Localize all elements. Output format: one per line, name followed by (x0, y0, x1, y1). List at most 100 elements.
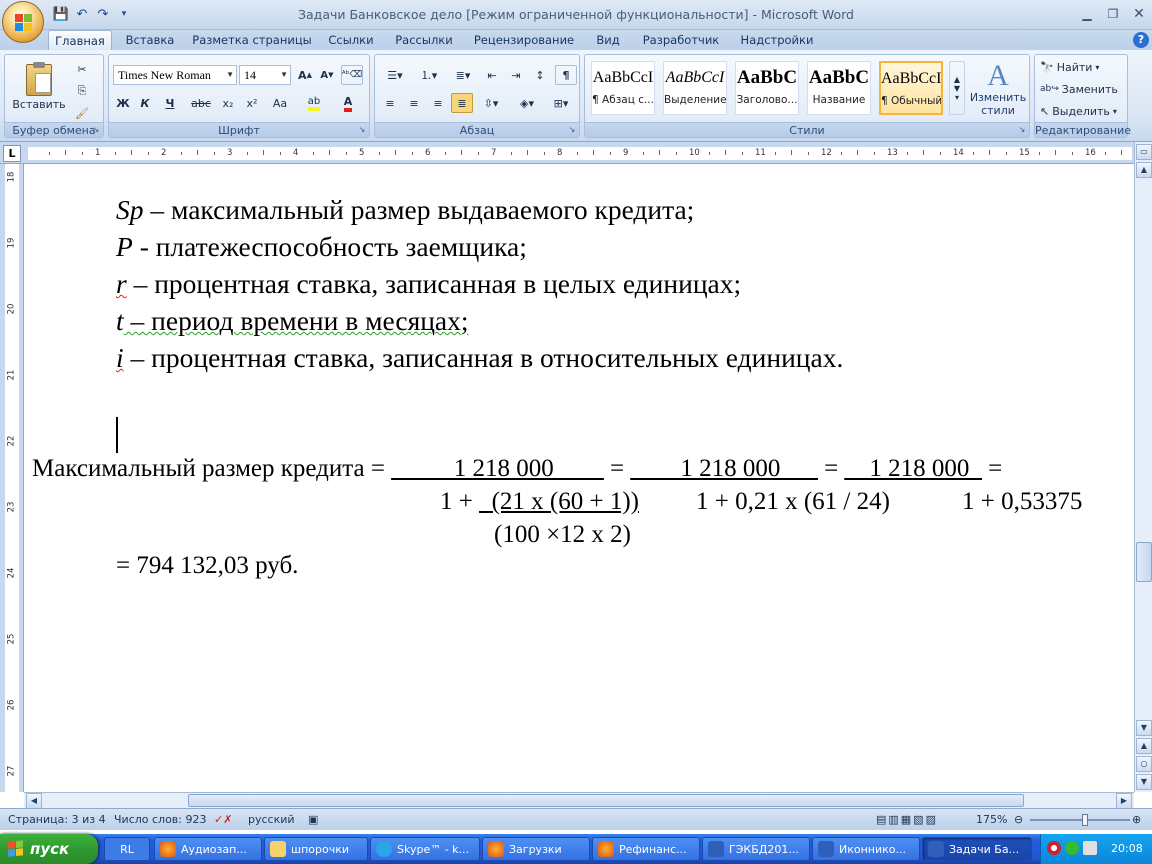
proofing-icon[interactable]: ✓✗ (214, 813, 232, 826)
multilevel-list-icon[interactable]: ≣▾ (447, 65, 479, 85)
change-case-button[interactable]: Aa (265, 93, 295, 113)
taskbar-item-active[interactable]: Задачи Ба... (922, 837, 1032, 861)
decrease-indent-icon[interactable]: ⇤ (481, 65, 503, 85)
zoom-slider[interactable] (1030, 819, 1130, 821)
zoom-slider-thumb[interactable] (1082, 814, 1088, 826)
tab-review[interactable]: Рецензирование (468, 30, 580, 50)
show-marks-icon[interactable]: ¶ (555, 65, 577, 85)
line-spacing-icon[interactable]: ⇳▾ (475, 93, 507, 113)
language-bar[interactable]: RL (104, 837, 150, 861)
view-buttons[interactable]: ▤▥▦▧▨ (876, 813, 938, 826)
tab-home[interactable]: Главная (48, 30, 112, 50)
taskbar-item[interactable]: шпорочки (264, 837, 368, 861)
tab-page-layout[interactable]: Разметка страницы (190, 30, 314, 50)
tab-insert[interactable]: Вставка (118, 30, 182, 50)
cut-icon[interactable]: ✂ (71, 59, 93, 79)
close-button[interactable]: ✕ (1128, 5, 1150, 23)
scroll-thumb[interactable] (1136, 542, 1152, 582)
align-right-icon[interactable]: ≡ (427, 93, 449, 113)
tray-check-icon[interactable] (1065, 841, 1079, 855)
tab-view[interactable]: Вид (588, 30, 628, 50)
start-button[interactable]: пуск (0, 834, 98, 864)
align-left-icon[interactable]: ≡ (379, 93, 401, 113)
increase-indent-icon[interactable]: ⇥ (505, 65, 527, 85)
document-page[interactable]: Sp – максимальный размер выдаваемого кре… (24, 164, 1134, 792)
zoom-out-icon[interactable]: ⊖ (1014, 813, 1023, 826)
replace-button[interactable]: ab↪ Заменить (1039, 79, 1125, 99)
browse-object-icon[interactable]: ○ (1136, 756, 1152, 772)
highlight-icon[interactable]: ab (299, 93, 329, 113)
next-page-icon[interactable]: ▼ (1136, 774, 1152, 790)
style-title[interactable]: AaBbC Название (807, 61, 871, 115)
taskbar-item[interactable]: Загрузки (482, 837, 590, 861)
scroll-down-icon[interactable]: ▼ (1136, 720, 1152, 736)
opera-icon[interactable] (1047, 841, 1061, 855)
taskbar-item[interactable]: Иконнико... (812, 837, 920, 861)
vertical-ruler[interactable]: 18 19 20 21 22 23 24 25 26 27 (0, 164, 24, 792)
style-heading[interactable]: AaBbC Заголово... (735, 61, 799, 115)
help-icon[interactable]: ? (1133, 32, 1149, 48)
copy-icon[interactable]: ⎘ (71, 81, 93, 101)
macro-record-icon[interactable]: ▣ (308, 813, 318, 826)
styles-gallery-scroll[interactable]: ▲ ▼ ▾ (949, 61, 965, 115)
split-icon[interactable]: ▭ (1136, 144, 1152, 160)
paste-button[interactable]: Вставить (11, 59, 67, 115)
tab-references[interactable]: Ссылки (322, 30, 380, 50)
taskbar-item[interactable]: ГЭКБД201... (702, 837, 810, 861)
bullets-icon[interactable]: ☰▾ (379, 65, 411, 85)
tab-selector-button[interactable]: L (3, 145, 21, 162)
borders-icon[interactable]: ⊞▾ (545, 93, 577, 113)
restore-button[interactable]: ❐ (1102, 5, 1124, 23)
page-counter[interactable]: Страница: 3 из 4 (8, 813, 106, 826)
taskbar-item[interactable]: Skype™ - k... (370, 837, 480, 861)
vertical-scrollbar[interactable]: ▭ ▲ ▼ ▲ ○ ▼ (1134, 142, 1152, 792)
taskbar-item[interactable]: Аудиозап... (154, 837, 262, 861)
change-styles-button[interactable]: A Изменить стили (969, 59, 1027, 119)
font-name-combo[interactable]: Times New Roman ▼ (113, 65, 237, 85)
scroll-right-icon[interactable]: ▶ (1116, 793, 1132, 809)
dialog-launcher-icon[interactable]: ↘ (357, 125, 367, 135)
minimize-button[interactable]: ▁ (1076, 5, 1098, 23)
tray-app-icon[interactable] (1083, 841, 1097, 855)
numbering-icon[interactable]: ⒈▾ (413, 65, 445, 85)
zoom-in-icon[interactable]: ⊕ (1132, 813, 1141, 826)
hscroll-thumb[interactable] (188, 794, 1024, 807)
taskbar-item[interactable]: Рефинанс... (592, 837, 700, 861)
format-painter-icon[interactable]: 🖌 (71, 103, 93, 123)
select-button[interactable]: ↖ Выделить ▾ (1039, 101, 1125, 121)
grow-font-icon[interactable]: A ▲ (295, 65, 315, 85)
style-normal[interactable]: AaBbCcI ¶ Обычный (879, 61, 943, 115)
dialog-launcher-icon[interactable]: ↘ (91, 125, 101, 135)
zoom-level[interactable]: 175% (976, 813, 1007, 826)
sort-icon[interactable]: ↕ (529, 65, 551, 85)
tab-addins[interactable]: Надстройки (734, 30, 820, 50)
office-button[interactable] (2, 1, 44, 43)
underline-button[interactable]: Ч (157, 93, 183, 113)
style-emphasis[interactable]: AaBbCcI Выделение (663, 61, 727, 115)
dialog-launcher-icon[interactable]: ↘ (1017, 125, 1027, 135)
scroll-left-icon[interactable]: ◀ (26, 793, 42, 809)
shading-icon[interactable]: ◈▾ (511, 93, 543, 113)
find-button[interactable]: 🔭 Найти ▾ (1039, 57, 1125, 77)
word-count[interactable]: Число слов: 923 (114, 813, 207, 826)
language-indicator[interactable]: русский (248, 813, 295, 826)
style-list-paragraph[interactable]: AaBbCcI ¶ Абзац с... (591, 61, 655, 115)
shrink-font-icon[interactable]: A ▼ (317, 65, 337, 85)
strikethrough-button[interactable]: abc (187, 93, 215, 113)
font-color-icon[interactable]: A (333, 93, 363, 113)
dialog-launcher-icon[interactable]: ↘ (567, 125, 577, 135)
clear-formatting-icon[interactable]: ᴬᵇ⌫ (341, 65, 363, 85)
font-size-combo[interactable]: 14 ▼ (239, 65, 291, 85)
superscript-button[interactable]: x² (241, 93, 263, 113)
tab-mailings[interactable]: Рассылки (388, 30, 460, 50)
subscript-button[interactable]: x₂ (217, 93, 239, 113)
previous-page-icon[interactable]: ▲ (1136, 738, 1152, 754)
bold-button[interactable]: Ж (113, 93, 133, 113)
horizontal-scrollbar[interactable]: ◀ ▶ (24, 792, 1134, 809)
tab-developer[interactable]: Разработчик (636, 30, 726, 50)
scroll-up-icon[interactable]: ▲ (1136, 162, 1152, 178)
justify-icon[interactable]: ≣ (451, 93, 473, 113)
align-center-icon[interactable]: ≡ (403, 93, 425, 113)
italic-button[interactable]: К (135, 93, 155, 113)
horizontal-ruler[interactable]: L 1 2 3 4 5 6 7 8 9 10 11 12 13 14 15 16 (0, 142, 1152, 164)
